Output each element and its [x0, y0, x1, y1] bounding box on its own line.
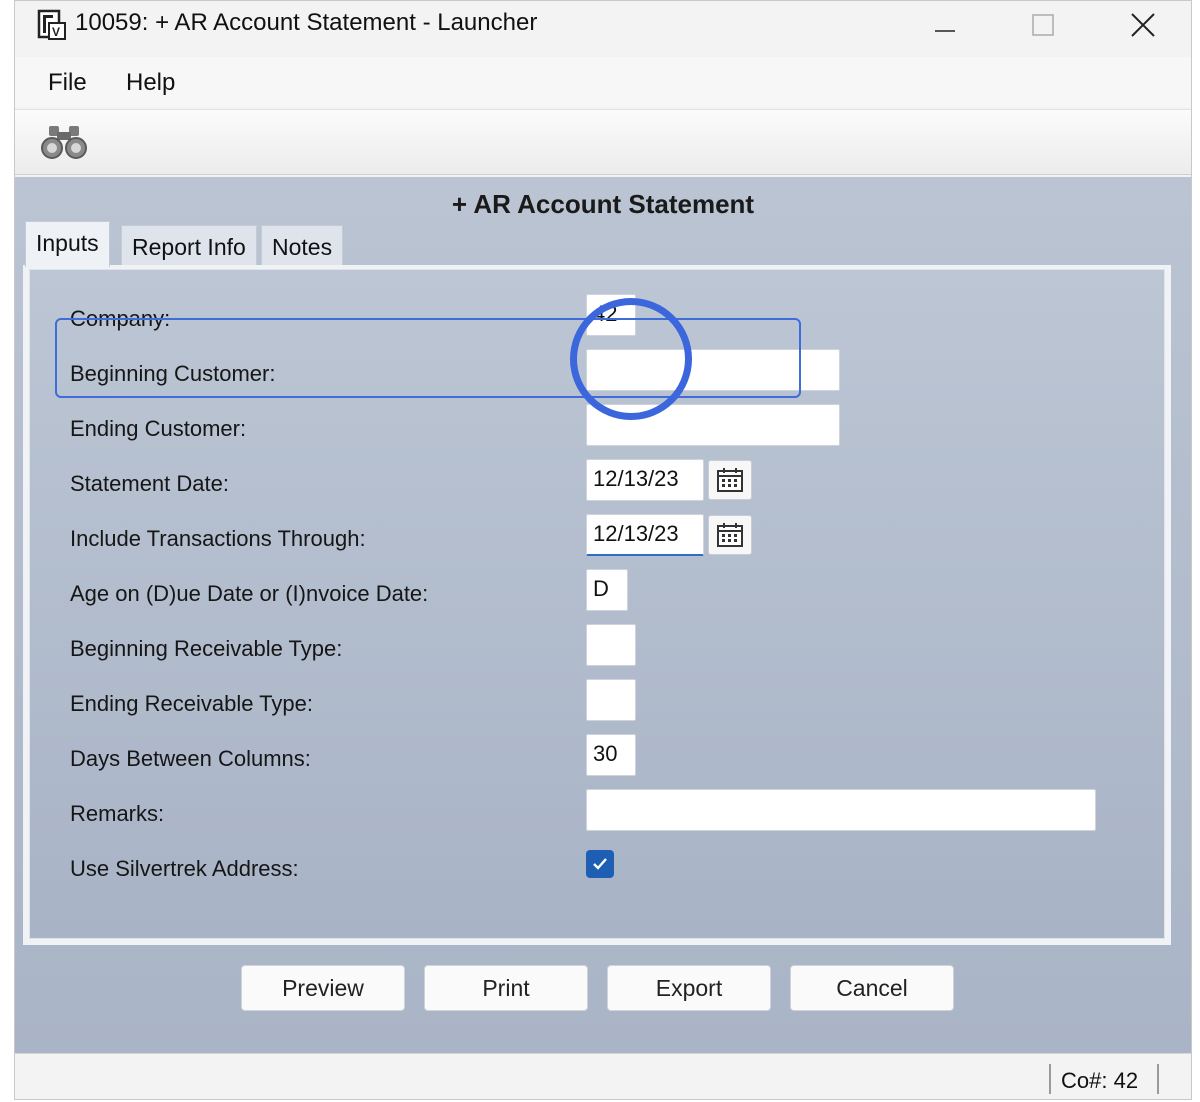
tab-inputs[interactable]: Inputs — [25, 221, 110, 267]
app-icon: V — [37, 9, 66, 40]
cancel-button[interactable]: Cancel — [790, 965, 954, 1011]
minimize-button[interactable] — [917, 7, 973, 43]
ending-receivable-type-field[interactable] — [586, 679, 636, 721]
days-between-columns-field[interactable]: 30 — [586, 734, 636, 776]
age-on-field[interactable]: D — [586, 569, 628, 611]
include-transactions-through-field[interactable]: 12/13/23 — [586, 514, 704, 556]
status-separator — [1157, 1064, 1159, 1094]
binoculars-icon[interactable] — [41, 124, 87, 160]
tab-notes[interactable]: Notes — [261, 225, 344, 265]
remarks-label: Remarks: — [70, 801, 165, 826]
ending-customer-label: Ending Customer: — [70, 416, 247, 441]
status-separator — [1049, 1064, 1051, 1094]
close-icon — [1131, 13, 1155, 37]
calendar-icon — [717, 523, 743, 547]
statement-date-field[interactable]: 12/13/23 — [586, 459, 704, 501]
remarks-field[interactable] — [586, 789, 1096, 831]
click-indicator-circle — [570, 298, 692, 420]
toolbar — [15, 109, 1191, 175]
include-transactions-through-label: Include Transactions Through: — [70, 526, 366, 551]
maximize-icon — [1032, 14, 1054, 36]
close-button[interactable] — [1115, 7, 1171, 43]
days-between-columns-label: Days Between Columns: — [70, 746, 311, 771]
maximize-button[interactable] — [1015, 7, 1071, 43]
beginning-receivable-type-label: Beginning Receivable Type: — [70, 636, 343, 661]
statement-date-label: Statement Date: — [70, 471, 229, 496]
export-button[interactable]: Export — [607, 965, 771, 1011]
use-silvertrek-address-label: Use Silvertrek Address: — [70, 856, 299, 881]
ending-receivable-type-label: Ending Receivable Type: — [70, 691, 313, 716]
include-through-calendar-button[interactable] — [708, 515, 752, 555]
menu-file[interactable]: File — [48, 69, 87, 97]
status-company: Co#: 42 — [1061, 1068, 1139, 1093]
calendar-icon — [717, 468, 743, 492]
statement-date-calendar-button[interactable] — [708, 460, 752, 500]
menu-bar: File Help — [15, 57, 1191, 107]
tab-report-info[interactable]: Report Info — [121, 225, 257, 265]
report-title: + AR Account Statement — [451, 189, 755, 219]
title-bar: V 10059: + AR Account Statement - Launch… — [15, 1, 1191, 51]
menu-help[interactable]: Help — [126, 69, 175, 97]
checkmark-icon — [593, 858, 607, 870]
app-window: V 10059: + AR Account Statement - Launch… — [14, 0, 1192, 1100]
svg-text:V: V — [52, 25, 60, 39]
print-button[interactable]: Print — [424, 965, 588, 1011]
age-on-label: Age on (D)ue Date or (I)nvoice Date: — [70, 581, 429, 606]
use-silvertrek-address-checkbox[interactable] — [586, 850, 614, 878]
window-title: 10059: + AR Account Statement - Launcher — [75, 9, 538, 36]
beginning-receivable-type-field[interactable] — [586, 624, 636, 666]
minimize-icon — [935, 30, 955, 32]
status-bar: Co#: 42 — [15, 1053, 1191, 1099]
preview-button[interactable]: Preview — [241, 965, 405, 1011]
